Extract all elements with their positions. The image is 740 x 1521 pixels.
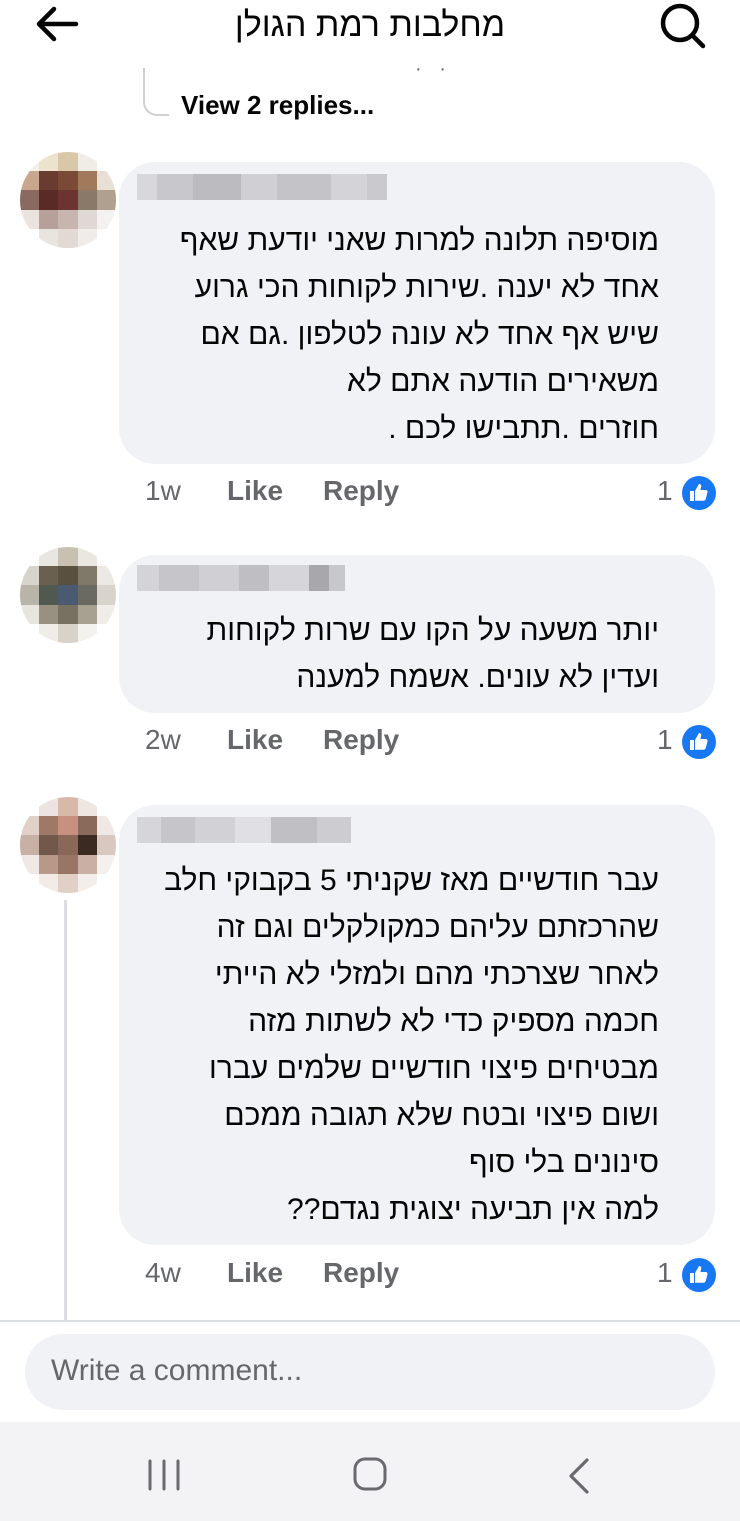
comment-time: 2w <box>145 724 181 755</box>
comment-input-placeholder: Write a comment... <box>51 1354 303 1387</box>
view-replies-link[interactable]: View 2 replies... <box>181 90 374 121</box>
comment-text: עבר חודשיים מאז שקניתי 5 בקבוקי חלב שהרכ… <box>164 864 659 1226</box>
reaction-count[interactable]: 1 <box>657 475 673 507</box>
comment-time: 1w <box>145 475 181 506</box>
like-button[interactable]: Like <box>227 1257 283 1289</box>
like-reaction-icon[interactable] <box>681 724 717 760</box>
reply-button[interactable]: Reply <box>323 1257 399 1289</box>
reaction-count[interactable]: 1 <box>657 1257 673 1289</box>
reaction-count[interactable]: 1 <box>657 724 673 756</box>
commenter-name-redacted <box>137 817 351 843</box>
commenter-avatar[interactable] <box>20 797 116 893</box>
page-title: מחלבות רמת הגולן <box>234 6 506 44</box>
commenter-name-redacted <box>137 565 345 591</box>
comment-time: 4w <box>145 1257 181 1288</box>
like-button[interactable]: Like <box>227 475 283 507</box>
search-icon[interactable] <box>656 0 708 52</box>
comment-bubble[interactable]: יותר משעה על הקו עם שרות לקוחות ועדין לא… <box>119 555 715 713</box>
comment-bubble[interactable]: מוסיפה תלונה למרות שאני יודעת שאף אחד לא… <box>119 162 715 464</box>
comment-input[interactable]: Write a comment... <box>25 1334 715 1410</box>
comment-actions: 4w Like Reply 1 <box>0 1257 740 1297</box>
back-nav-icon[interactable] <box>565 1456 593 1496</box>
recent-apps-icon[interactable] <box>144 1457 184 1493</box>
comment-text: מוסיפה תלונה למרות שאני יודעת שאף אחד לא… <box>179 224 659 445</box>
reply-button[interactable]: Reply <box>323 475 399 507</box>
cutoff-text-fragment: · · <box>415 58 452 80</box>
like-button[interactable]: Like <box>227 724 283 756</box>
system-navigation-bar <box>0 1422 740 1521</box>
commenter-avatar[interactable] <box>20 547 116 643</box>
reply-connector-line <box>143 68 169 116</box>
comment-bubble[interactable]: עבר חודשיים מאז שקניתי 5 בקבוקי חלב שהרכ… <box>119 805 715 1245</box>
like-reaction-icon[interactable] <box>681 475 717 511</box>
reply-button[interactable]: Reply <box>323 724 399 756</box>
commenter-name-redacted <box>137 174 387 200</box>
comment-text: יותר משעה על הקו עם שרות לקוחות ועדין לא… <box>206 614 659 694</box>
home-icon[interactable] <box>352 1456 388 1492</box>
comment-actions: 1w Like Reply 1 <box>0 475 740 515</box>
comment-actions: 2w Like Reply 1 <box>0 724 740 764</box>
app-header: מחלבות רמת הגולן <box>0 0 740 62</box>
commenter-avatar[interactable] <box>20 152 116 248</box>
like-reaction-icon[interactable] <box>681 1257 717 1293</box>
comment-composer: Write a comment... <box>0 1320 740 1424</box>
